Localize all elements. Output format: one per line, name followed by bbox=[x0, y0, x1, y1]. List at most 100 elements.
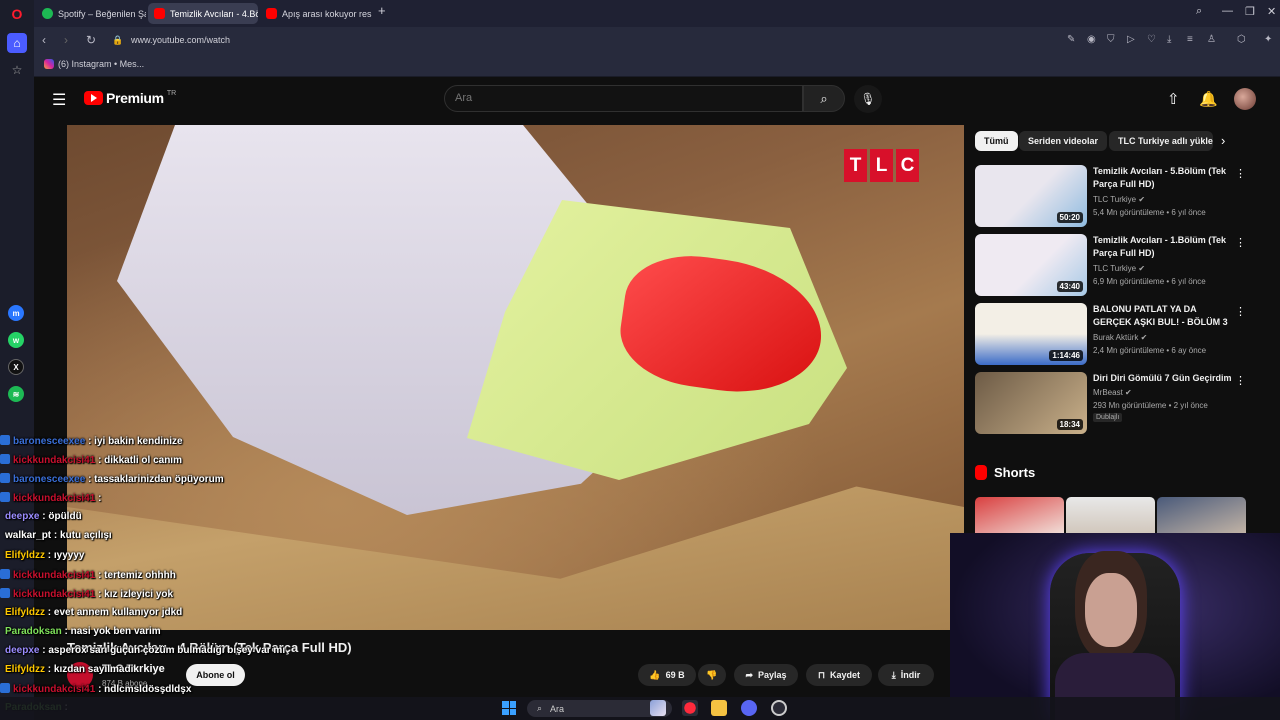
minimize-icon[interactable]: — bbox=[1222, 5, 1233, 17]
download-label: İndir bbox=[900, 670, 921, 680]
windows-start-icon[interactable] bbox=[502, 701, 516, 715]
chat-message: kickkundakcisi41 : tertemiz ohhhh bbox=[0, 568, 330, 588]
notifications-bell-icon[interactable]: 🔔 bbox=[1199, 90, 1218, 108]
recommendation-item[interactable]: 1:14:46 BALONU PATLAT YA DA GERÇEK AŞKI … bbox=[975, 303, 1246, 365]
chat-message: Elifyldzz : evet annem kullanıyor jdkd bbox=[0, 607, 330, 626]
chat-username[interactable]: kickkundakcisi41 bbox=[13, 570, 95, 581]
taskbar-app-icon[interactable] bbox=[650, 700, 666, 716]
user-avatar[interactable] bbox=[1234, 88, 1256, 110]
extensions-icon[interactable]: ⬡ bbox=[1237, 34, 1246, 45]
channel-label: TLC Turkiye bbox=[1093, 195, 1137, 204]
channel-name[interactable]: Burak Aktürk ✔ bbox=[1093, 333, 1147, 342]
opera-taskbar-icon[interactable] bbox=[682, 700, 698, 716]
video-thumbnail[interactable]: 43:40 bbox=[975, 234, 1087, 296]
tab-label: Apış arası kokuyor resmen bbox=[282, 8, 372, 19]
recommendation-item[interactable]: 50:20 Temizlik Avcıları - 5.Bölüm (Tek P… bbox=[975, 165, 1246, 227]
x-icon[interactable]: X bbox=[8, 359, 24, 375]
chat-username[interactable]: baronesceexee bbox=[13, 474, 85, 485]
chat-username[interactable]: kickkundakcisi41 bbox=[13, 589, 95, 600]
video-title[interactable]: Temizlik Avcıları - 5.Bölüm (Tek Parça F… bbox=[1093, 165, 1233, 191]
back-icon[interactable]: ‹ bbox=[42, 33, 46, 47]
channel-name[interactable]: TLC Turkiye ✔ bbox=[1093, 264, 1145, 273]
bookmark-instagram[interactable]: (6) Instagram • Mes... bbox=[44, 59, 144, 69]
video-title[interactable]: BALONU PATLAT YA DA GERÇEK AŞKI BUL! - B… bbox=[1093, 303, 1233, 329]
home-icon[interactable]: ⌂ bbox=[7, 33, 27, 53]
chip-channel-uploads[interactable]: TLC Turkiye adlı yükle bbox=[1109, 131, 1213, 151]
tab-youtube-active[interactable]: Temizlik Avcıları - 4.Bö bbox=[148, 3, 258, 24]
chat-username[interactable]: walkar_pt bbox=[5, 530, 51, 541]
short-thumbnail[interactable] bbox=[1066, 497, 1155, 537]
recommendation-item[interactable]: 18:34 Diri Diri Gömülü 7 Gün Geçirdim Mr… bbox=[975, 372, 1246, 434]
camera-icon[interactable]: ◉ bbox=[1087, 34, 1096, 45]
streamer-webcam bbox=[950, 533, 1280, 720]
new-tab-button[interactable]: + bbox=[378, 3, 386, 18]
spotify-icon[interactable]: ≋ bbox=[8, 386, 24, 402]
like-button[interactable]: 👍 69 B bbox=[638, 664, 696, 686]
chat-username[interactable]: kickkundakcisi41 bbox=[13, 455, 95, 466]
chat-username[interactable]: kickkundakcisi41 bbox=[13, 493, 95, 504]
chip-all[interactable]: Tümü bbox=[975, 131, 1018, 151]
share-button[interactable]: ➦ Paylaş bbox=[734, 664, 798, 686]
search-button[interactable]: ⌕ bbox=[803, 85, 845, 112]
star-icon[interactable]: ☆ bbox=[7, 60, 27, 80]
upload-icon[interactable]: ⇧ bbox=[1167, 90, 1180, 108]
tab-spotify[interactable]: Spotify – Beğenilen Şarkılar bbox=[36, 3, 146, 24]
reload-icon[interactable]: ↻ bbox=[86, 33, 96, 47]
chip-series[interactable]: Seriden videolar bbox=[1019, 131, 1108, 151]
recommendation-item[interactable]: 43:40 Temizlik Avcıları - 1.Bölüm (Tek P… bbox=[975, 234, 1246, 296]
video-title[interactable]: Temizlik Avcıları - 1.Bölüm (Tek Parça F… bbox=[1093, 234, 1233, 260]
maximize-icon[interactable]: ❐ bbox=[1245, 5, 1255, 18]
profile-icon[interactable]: ♙ bbox=[1207, 34, 1216, 45]
video-thumbnail[interactable]: 18:34 bbox=[975, 372, 1087, 434]
video-thumbnail[interactable]: 50:20 bbox=[975, 165, 1087, 227]
youtube-header: ☰ Premium TR ⌕ 🎙 ⇧ 🔔 bbox=[34, 77, 1280, 122]
download-icon[interactable]: ⤓ bbox=[1167, 34, 1171, 45]
shield-icon[interactable]: ⛉ bbox=[1107, 34, 1115, 45]
video-title[interactable]: Diri Diri Gömülü 7 Gün Geçirdim bbox=[1093, 372, 1233, 385]
search-tabs-icon[interactable]: ⌕ bbox=[1196, 5, 1202, 18]
forward-icon[interactable]: › bbox=[64, 33, 68, 47]
play-icon[interactable]: ▷ bbox=[1127, 34, 1135, 45]
folder-taskbar-icon[interactable] bbox=[711, 700, 727, 716]
discord-taskbar-icon[interactable] bbox=[741, 700, 757, 716]
more-options-icon[interactable]: ⋮ bbox=[1235, 374, 1246, 387]
chat-username[interactable]: baronesceexee bbox=[13, 436, 85, 447]
obs-taskbar-icon[interactable] bbox=[771, 700, 787, 716]
short-thumbnail[interactable] bbox=[1157, 497, 1246, 537]
chat-username[interactable]: Elifyldzz bbox=[5, 607, 45, 618]
aria-icon[interactable]: ✦ bbox=[1264, 34, 1272, 45]
opera-logo-icon[interactable]: O bbox=[7, 4, 27, 24]
hamburger-menu-icon[interactable]: ☰ bbox=[52, 90, 66, 110]
more-options-icon[interactable]: ⋮ bbox=[1235, 167, 1246, 180]
heart-icon[interactable]: ♡ bbox=[1147, 34, 1156, 45]
youtube-premium-logo[interactable]: Premium TR bbox=[84, 90, 176, 106]
tab-youtube-2[interactable]: Apış arası kokuyor resmen bbox=[260, 3, 372, 24]
download-button[interactable]: ⤓ İndir bbox=[878, 664, 934, 686]
voice-search-button[interactable]: 🎙 bbox=[854, 85, 882, 113]
edit-icon[interactable]: ✎ bbox=[1067, 34, 1075, 45]
chat-username[interactable]: deepxe bbox=[5, 511, 39, 522]
video-thumbnail[interactable]: 1:14:46 bbox=[975, 303, 1087, 365]
dislike-button[interactable]: 👎 bbox=[698, 664, 726, 686]
chat-username[interactable]: deepxe bbox=[5, 645, 39, 656]
whatsapp-icon[interactable]: w bbox=[8, 332, 24, 348]
more-options-icon[interactable]: ⋮ bbox=[1235, 236, 1246, 249]
channel-name[interactable]: TLC Turkiye ✔ bbox=[1093, 195, 1145, 204]
tlc-letter: C bbox=[896, 149, 919, 182]
chevron-right-icon[interactable]: › bbox=[1221, 133, 1225, 148]
short-thumbnail[interactable] bbox=[975, 497, 1064, 537]
menu-icon[interactable]: ≡ bbox=[1187, 34, 1193, 45]
close-icon[interactable]: ✕ bbox=[1267, 5, 1276, 18]
url-field[interactable]: www.youtube.com/watch bbox=[131, 35, 230, 45]
chat-username[interactable]: Elifyldzz bbox=[5, 550, 45, 561]
chat-username[interactable]: Paradoksan bbox=[5, 626, 62, 637]
channel-name[interactable]: MrBeast ✔ bbox=[1093, 388, 1132, 397]
messenger-icon[interactable]: m bbox=[8, 305, 24, 321]
chat-message: baronesceexee : iyi bakin kendinize bbox=[0, 435, 330, 454]
search-input[interactable] bbox=[455, 92, 785, 104]
instagram-icon bbox=[44, 59, 54, 69]
more-options-icon[interactable]: ⋮ bbox=[1235, 305, 1246, 318]
chat-username[interactable]: kickkundakcisi41 bbox=[13, 684, 95, 695]
chat-username[interactable]: Elifyldzz bbox=[5, 664, 45, 675]
save-button[interactable]: ⊓ Kaydet bbox=[806, 664, 872, 686]
